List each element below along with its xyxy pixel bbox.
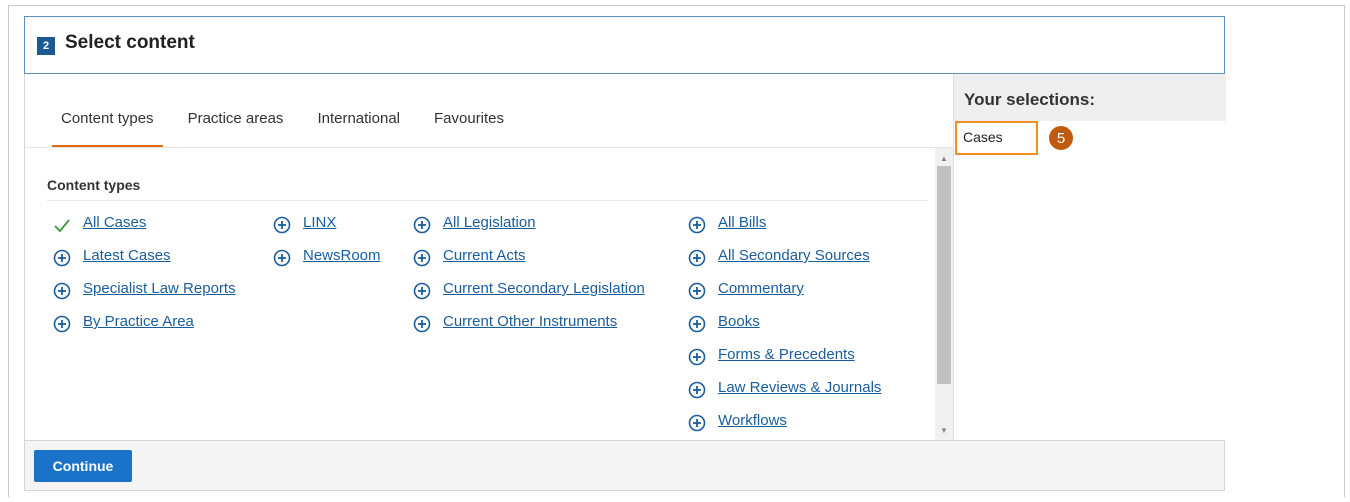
content-link[interactable]: Specialist Law Reports [83,280,236,297]
content-item-linx[interactable]: LINX [273,214,381,247]
content-link[interactable]: Commentary [718,280,804,297]
tab-label: Content types [61,110,154,127]
plus-circle-icon[interactable] [273,216,291,234]
content-column-cases: All Cases Latest Cases Specialist Law Repo… [53,214,236,346]
content-column-legislation: All Legislation Current Acts Current Secon… [413,214,645,346]
footer-bar: Continue [24,440,1225,491]
page-title: Select content [65,32,195,53]
selections-title: Your selections: [964,90,1095,109]
plus-circle-icon[interactable] [53,315,71,333]
content-link[interactable]: LINX [303,214,336,231]
tab-bar: Content types Practice areas Internation… [52,110,529,148]
content-item-current-secondary-legislation[interactable]: Current Secondary Legislation [413,280,645,313]
step-header: 2 Select content [24,16,1225,74]
plus-circle-icon[interactable] [688,282,706,300]
content-link[interactable]: All Bills [718,214,766,231]
content-item-all-legislation[interactable]: All Legislation [413,214,645,247]
content-item-by-practice-area[interactable]: By Practice Area [53,313,236,346]
content-link[interactable]: All Cases [83,214,146,231]
tab-practice-areas[interactable]: Practice areas [179,110,293,146]
content-item-all-secondary-sources[interactable]: All Secondary Sources [688,247,881,280]
continue-button[interactable]: Continue [34,450,132,482]
content-link[interactable]: NewsRoom [303,247,381,264]
section-title: Content types [47,177,141,193]
content-link[interactable]: Books [718,313,760,330]
selections-header: Your selections: [954,74,1226,121]
content-item-current-other-instruments[interactable]: Current Other Instruments [413,313,645,346]
content-link[interactable]: Latest Cases [83,247,171,264]
content-column-news: LINX NewsRoom [273,214,381,280]
content-link[interactable]: Law Reviews & Journals [718,379,881,396]
plus-circle-icon[interactable] [413,282,431,300]
content-link[interactable]: Current Secondary Legislation [443,280,645,297]
content-link[interactable]: Current Other Instruments [443,313,617,330]
tab-international[interactable]: International [308,110,409,146]
step-number-badge: 2 [37,37,55,55]
tab-content-types[interactable]: Content types [52,110,163,148]
scroll-down-arrow-icon[interactable]: ▼ [935,422,953,438]
content-item-newsroom[interactable]: NewsRoom [273,247,381,280]
content-item-books[interactable]: Books [688,313,881,346]
content-item-all-cases[interactable]: All Cases [53,214,236,247]
plus-circle-icon[interactable] [688,414,706,432]
plus-circle-icon[interactable] [413,216,431,234]
plus-circle-icon[interactable] [53,249,71,267]
content-item-law-reviews-and-journals[interactable]: Law Reviews & Journals [688,379,881,412]
plus-circle-icon[interactable] [53,282,71,300]
content-item-specialist-law-reports[interactable]: Specialist Law Reports [53,280,236,313]
content-link[interactable]: By Practice Area [83,313,194,330]
content-item-latest-cases[interactable]: Latest Cases [53,247,236,280]
content-link[interactable]: Workflows [718,412,787,429]
selection-item[interactable]: Cases [955,121,1038,155]
content-link[interactable]: All Legislation [443,214,536,231]
plus-circle-icon[interactable] [688,381,706,399]
scroll-up-arrow-icon[interactable]: ▲ [935,150,953,166]
content-item-forms-and-precedents[interactable]: Forms & Precedents [688,346,881,379]
tab-label: Practice areas [187,110,284,127]
plus-circle-icon[interactable] [413,249,431,267]
tab-favourites[interactable]: Favourites [425,110,513,146]
content-link[interactable]: Current Acts [443,247,526,264]
content-item-commentary[interactable]: Commentary [688,280,881,313]
plus-circle-icon[interactable] [688,348,706,366]
content-link[interactable]: All Secondary Sources [718,247,870,264]
content-item-current-acts[interactable]: Current Acts [413,247,645,280]
plus-circle-icon[interactable] [413,315,431,333]
callout-badge: 5 [1049,126,1073,150]
scrollbar[interactable]: ▲ ▼ [935,148,953,440]
tab-label: Favourites [434,110,505,127]
plus-circle-icon[interactable] [688,216,706,234]
selections-panel: Your selections: Cases 5 [953,74,1226,440]
tab-divider [25,147,955,148]
content-column-secondary: All Bills All Secondary Sources Commentary… [688,214,881,445]
scroll-thumb[interactable] [937,166,951,384]
plus-circle-icon[interactable] [688,249,706,267]
plus-circle-icon[interactable] [273,249,291,267]
plus-circle-icon[interactable] [688,315,706,333]
check-icon[interactable] [53,216,71,234]
content-link[interactable]: Forms & Precedents [718,346,855,363]
content-selector: Content types Practice areas Internation… [24,74,1226,440]
tab-label: International [317,110,400,127]
section-divider [47,200,927,201]
content-item-all-bills[interactable]: All Bills [688,214,881,247]
